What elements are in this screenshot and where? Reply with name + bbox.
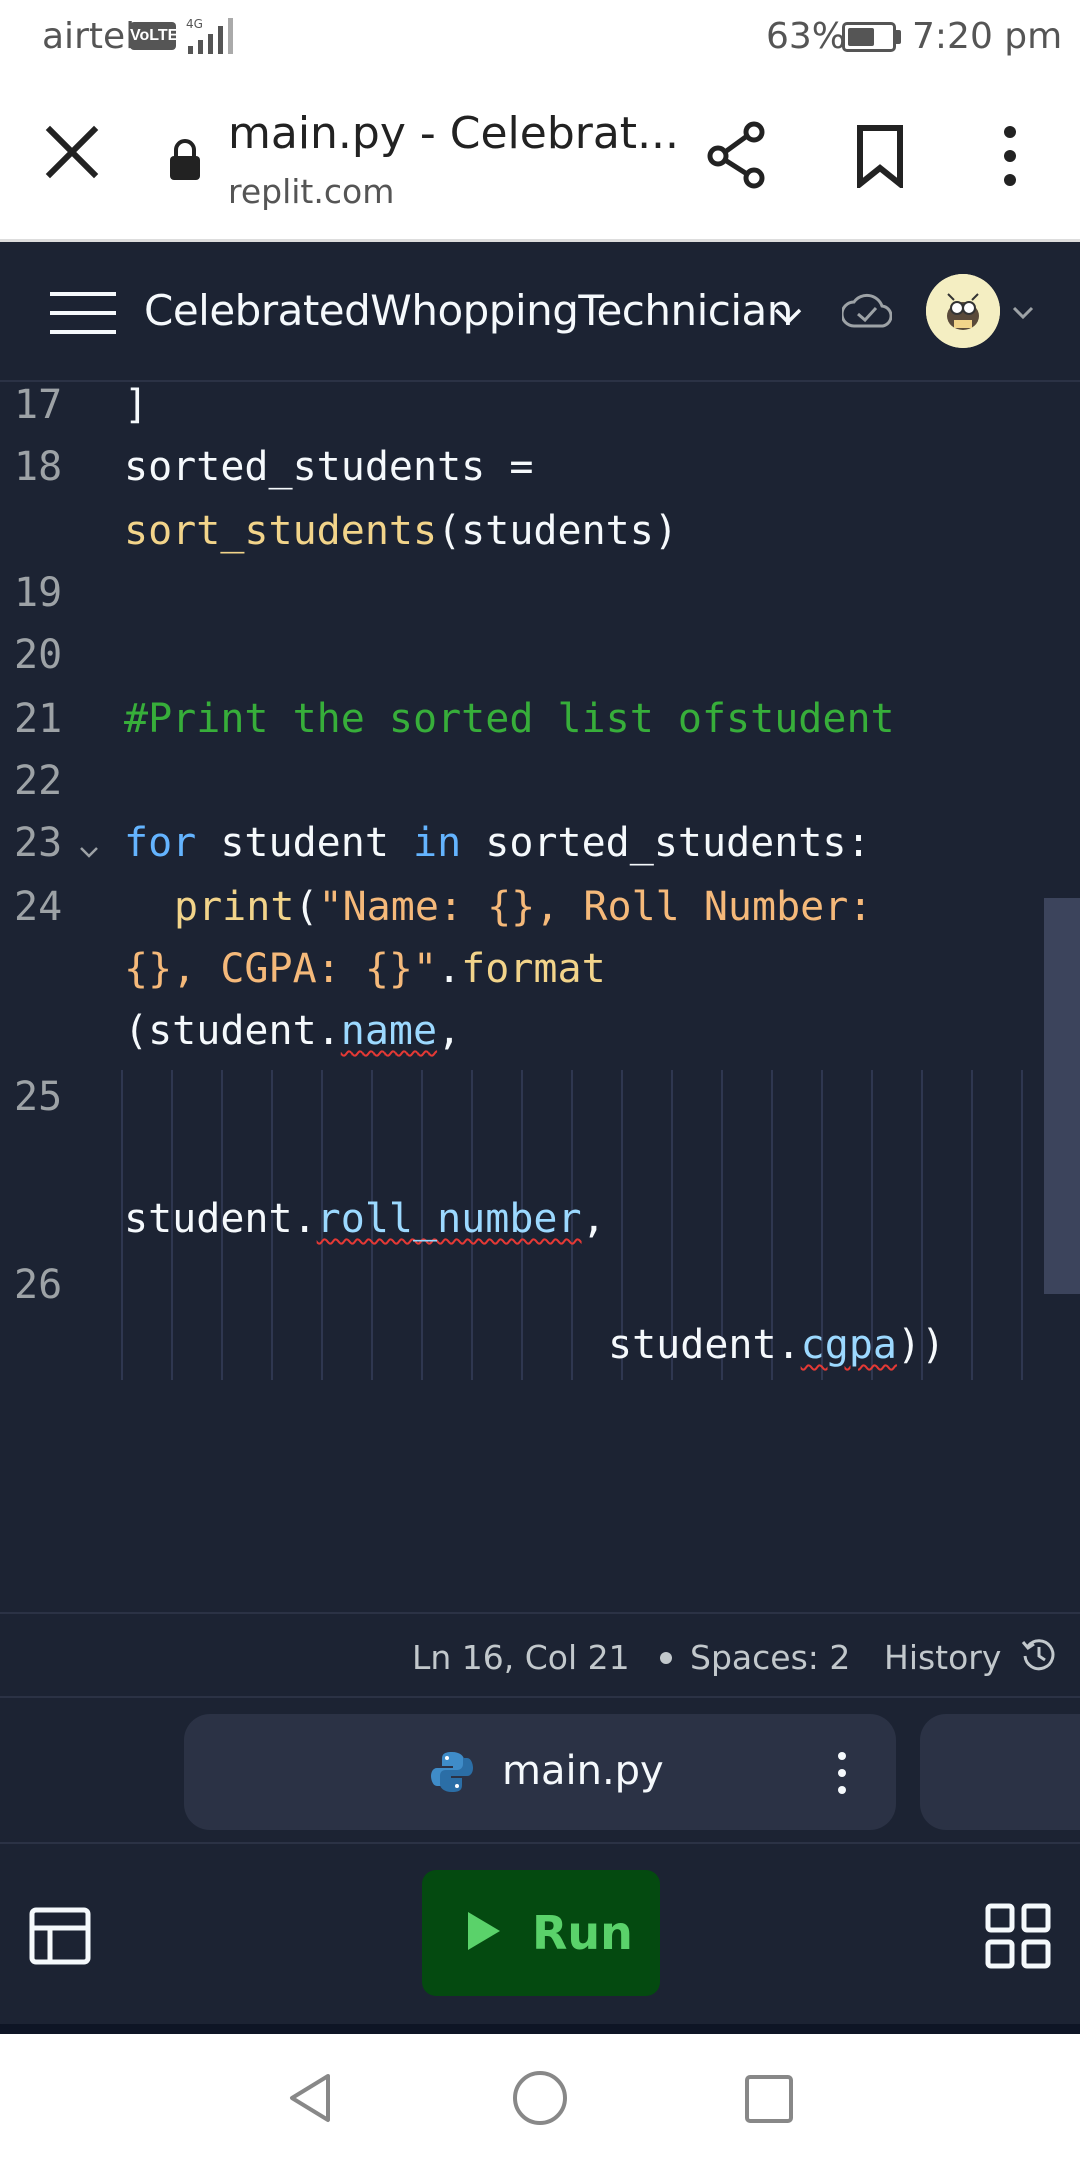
bookmark-icon[interactable] [850,124,910,188]
recents-icon[interactable] [742,2072,796,2126]
code-line: sorted_students = [124,444,534,490]
page-title[interactable]: main.py - Celebrat... [228,108,679,159]
code-line-wrap: (student.name, [124,1008,462,1054]
workspace-header: CelebratedWhoppingTechnician [0,242,1080,382]
more-vert-icon[interactable] [990,124,1030,188]
code-line-wrap: student.roll_number, [124,1196,606,1242]
network-type: 4G [186,17,203,31]
status-bar: airtel VoLTE 4G 63% 7:20 pm [0,0,1080,76]
indent-setting[interactable]: Spaces: 2 [690,1638,850,1677]
browser-toolbar: main.py - Celebrat... replit.com [0,76,1080,242]
cursor-position[interactable]: Ln 16, Col 21 [412,1638,630,1677]
battery-icon [842,22,896,52]
avatar-image [926,274,1000,348]
run-label: Run [532,1906,633,1960]
code-editor[interactable]: 17 18 19 20 21 22 23 24 25 26] sorted_s… [0,382,1080,1612]
page-url[interactable]: replit.com [228,172,394,211]
python-icon [431,1752,473,1792]
tab-next[interactable] [920,1714,1080,1830]
tab-menu-icon[interactable] [834,1750,850,1796]
battery-tip [896,30,901,44]
tools-grid-icon[interactable] [984,1902,1052,1970]
avatar[interactable] [926,274,1000,348]
lock-icon [170,139,200,180]
battery-percent: 63% [766,16,847,57]
play-icon [468,1912,500,1950]
close-icon[interactable] [42,122,102,182]
signal-icon: 4G [186,17,233,54]
code-comment: #Print the sorted list ofstudent [124,696,895,742]
code-line-wrap: {}, CGPA: {}".format [124,946,606,992]
run-bar: Run [0,1844,1080,2024]
run-button[interactable]: Run [422,1870,660,1996]
line-number: 24 [14,884,63,930]
editor-status-line: Ln 16, Col 21 Spaces: 2 History [0,1612,1080,1698]
code-line: print("Name: {}, Roll Number: [174,884,873,930]
android-nav-bar [0,2034,1080,2160]
line-number: 25 [14,1074,63,1120]
carrier-name: airtel [42,16,136,57]
code-line: ] [124,382,149,428]
line-number: 20 [14,632,63,678]
repl-name[interactable]: CelebratedWhoppingTechnician [144,286,793,335]
share-icon[interactable] [706,120,770,190]
line-number: 21 [14,696,63,742]
tab-label: main.py [502,1748,664,1794]
line-number: 22 [14,758,63,804]
line-number: 19 [14,570,63,616]
layout-panel-icon[interactable] [28,1904,92,1968]
back-icon[interactable] [282,2070,338,2126]
saved-check-icon [842,293,892,328]
line-number: 23 [14,820,63,866]
line-number: 26 [14,1262,63,1308]
line-number: 17 [14,382,63,428]
file-tab-bar: main.py [0,1698,1080,1844]
code-line: for student in sorted_students: [124,820,871,866]
home-icon[interactable] [510,2068,570,2128]
code-line-wrap: sort_students(students) [124,508,678,554]
history-icon[interactable] [1020,1636,1058,1674]
history-button[interactable]: History [884,1638,1001,1677]
volte-badge: VoLTE [130,22,178,50]
fold-chevron-icon[interactable] [78,844,100,860]
battery-level [848,28,875,46]
code-line-wrap: student.cgpa)) [608,1322,946,1368]
tab-main-py[interactable]: main.py [184,1714,896,1830]
hamburger-menu-icon[interactable] [50,290,116,336]
clock: 7:20 pm [912,16,1063,57]
divider [0,2024,1080,2034]
chevron-down-icon[interactable] [770,300,806,330]
account-chevron-icon[interactable] [1010,302,1036,324]
line-number: 18 [14,444,63,490]
status-dot [660,1652,672,1664]
editor-scrollbar[interactable] [1044,898,1080,1294]
